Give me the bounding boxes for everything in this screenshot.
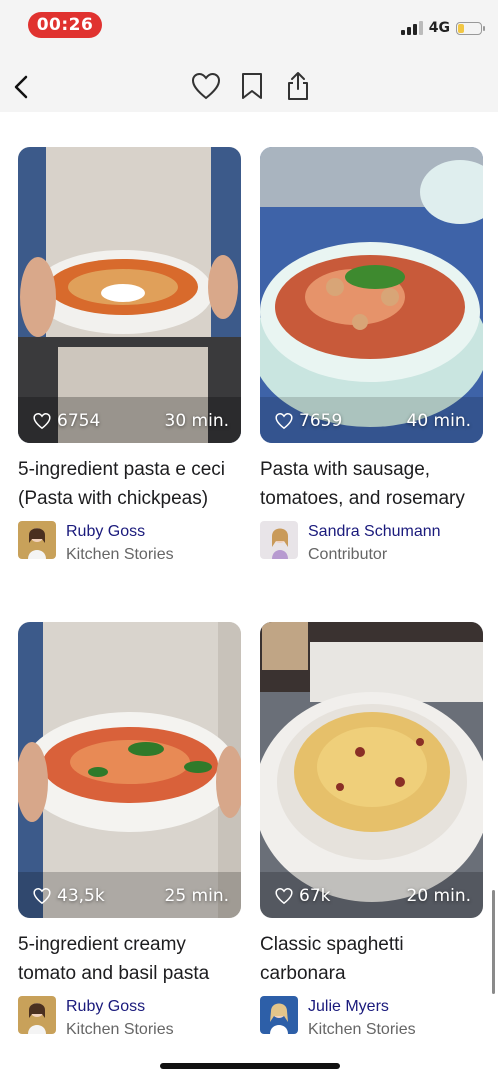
recipe-photo[interactable]: 6754 30 min. <box>18 147 241 443</box>
author-name: Ruby Goss <box>66 523 146 540</box>
likes-count: 7659 <box>274 411 342 431</box>
header-actions <box>190 68 314 104</box>
avatar <box>18 996 56 1034</box>
recipe-title[interactable]: 5-ingredient pasta e ceci (Pasta with ch… <box>18 455 241 513</box>
recipe-card[interactable]: 6754 30 min. 5-ingredient pasta e ceci (… <box>18 147 241 567</box>
recipe-title[interactable]: Classic spaghetti carbonara <box>260 930 483 988</box>
avatar-image <box>260 521 298 559</box>
recipe-card[interactable]: 67k 20 min. Classic spaghetti carbonara … <box>260 622 483 1042</box>
author-role: Contributor <box>308 546 388 563</box>
avatar-image <box>18 521 56 559</box>
likes-value: 67k <box>299 886 331 906</box>
home-indicator[interactable] <box>160 1063 340 1069</box>
author-name: Julie Myers <box>308 998 389 1015</box>
top-bar: 00:26 4G <box>0 0 498 112</box>
likes-value: 7659 <box>299 411 343 431</box>
recipe-title[interactable]: 5-ingredient creamy tomato and basil pas… <box>18 930 241 988</box>
author-role: Kitchen Stories <box>66 546 174 563</box>
recipe-photo[interactable]: 43,5k 25 min. <box>18 622 241 918</box>
likes-value: 6754 <box>57 411 101 431</box>
heart-icon <box>33 888 51 905</box>
favorite-button[interactable] <box>190 68 222 104</box>
author[interactable]: Sandra Schumann Contributor <box>260 521 483 567</box>
author[interactable]: Ruby Goss Kitchen Stories <box>18 521 241 567</box>
author-name: Sandra Schumann <box>308 523 441 540</box>
share-button[interactable] <box>282 68 314 104</box>
recipe-card[interactable]: 7659 40 min. Pasta with sausage, tomatoe… <box>260 147 483 567</box>
author[interactable]: Ruby Goss Kitchen Stories <box>18 996 241 1042</box>
author-name: Ruby Goss <box>66 998 146 1015</box>
author[interactable]: Julie Myers Kitchen Stories <box>260 996 483 1042</box>
avatar <box>260 996 298 1034</box>
network-type: 4G <box>428 20 450 36</box>
signal-icon <box>400 21 423 35</box>
share-icon <box>288 72 308 100</box>
chevron-left-icon <box>14 75 28 99</box>
status-time: 00:26 <box>28 12 102 38</box>
bookmark-icon <box>242 73 262 99</box>
heart-icon <box>275 413 293 430</box>
author-role: Kitchen Stories <box>66 1021 174 1038</box>
recipe-title[interactable]: Pasta with sausage, tomatoes, and rosema… <box>260 455 483 513</box>
back-button[interactable] <box>10 72 34 102</box>
avatar-image <box>260 996 298 1034</box>
avatar <box>260 521 298 559</box>
recipe-image <box>18 622 241 918</box>
scrollbar[interactable] <box>492 890 495 994</box>
status-indicators: 4G <box>400 18 485 38</box>
recipe-image <box>18 147 241 443</box>
likes-count: 43,5k <box>32 886 105 906</box>
battery-icon <box>456 21 485 35</box>
avatar-image <box>18 996 56 1034</box>
heart-icon <box>191 72 221 100</box>
duration: 40 min. <box>406 411 472 431</box>
likes-count: 67k <box>274 886 330 906</box>
recipe-card[interactable]: 43,5k 25 min. 5-ingredient creamy tomato… <box>18 622 241 1042</box>
duration: 20 min. <box>406 886 472 906</box>
avatar <box>18 521 56 559</box>
recipe-photo[interactable]: 67k 20 min. <box>260 622 483 918</box>
recipe-image <box>260 622 483 918</box>
author-role: Kitchen Stories <box>308 1021 416 1038</box>
duration: 30 min. <box>164 411 230 431</box>
duration: 25 min. <box>164 886 230 906</box>
likes-value: 43,5k <box>57 886 105 906</box>
likes-count: 6754 <box>32 411 100 431</box>
recipe-photo[interactable]: 7659 40 min. <box>260 147 483 443</box>
recipe-image <box>260 147 483 443</box>
bookmark-button[interactable] <box>236 68 268 104</box>
heart-icon <box>33 413 51 430</box>
heart-icon <box>275 888 293 905</box>
